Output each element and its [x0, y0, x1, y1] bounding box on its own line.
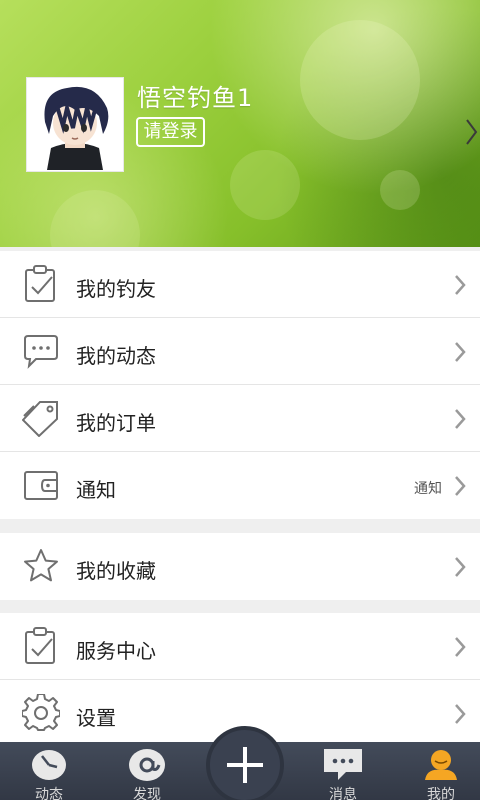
nav-item-feed[interactable]: 动态 — [22, 742, 76, 800]
chevron-right-icon — [455, 342, 466, 362]
chevron-right-icon — [455, 704, 466, 724]
menu-item-label: 我的收藏 — [76, 559, 156, 583]
nav-label: 动态 — [35, 787, 63, 800]
menu-item-label: 我的钓友 — [76, 277, 156, 301]
chevron-right-icon — [455, 476, 466, 496]
menu-item-favorites[interactable]: 我的收藏 — [0, 533, 480, 600]
menu-group-3: 服务中心 设置 — [0, 613, 480, 742]
at-icon — [129, 749, 165, 781]
chevron-right-icon — [455, 557, 466, 577]
menu-item-notifications[interactable]: 通知 通知 — [0, 452, 480, 519]
clock-icon — [32, 750, 66, 780]
menu-group-2: 我的收藏 — [0, 533, 480, 600]
add-button[interactable] — [206, 726, 284, 800]
message-icon — [324, 749, 362, 780]
menu-item-label: 我的动态 — [76, 344, 156, 368]
chevron-right-icon — [455, 275, 466, 295]
notification-value: 通知 — [414, 481, 442, 497]
menu-group-1: 我的钓友 我的动态 我的订单 通知 通知 — [0, 251, 480, 519]
avatar[interactable] — [26, 77, 124, 172]
chevron-right-icon — [455, 637, 466, 657]
menu-item-label: 我的订单 — [76, 411, 156, 435]
nav-label: 发现 — [133, 787, 161, 800]
chevron-right-icon[interactable] — [464, 118, 478, 146]
wallet-icon — [24, 471, 58, 500]
gear-icon — [22, 694, 60, 731]
menu-item-label: 设置 — [76, 706, 116, 730]
username: 悟空钓鱼1 — [137, 84, 254, 112]
nav-item-me[interactable]: 我的 — [414, 742, 468, 800]
menu-item-service-center[interactable]: 服务中心 — [0, 613, 480, 680]
chat-bubble-icon — [24, 335, 58, 369]
tag-icon — [22, 401, 58, 437]
person-icon — [425, 750, 457, 780]
star-icon — [24, 549, 58, 582]
menu-item-my-posts[interactable]: 我的动态 — [0, 318, 480, 385]
profile-header: 悟空钓鱼1 请登录 — [0, 0, 480, 247]
chevron-right-icon — [455, 409, 466, 429]
menu-item-my-orders[interactable]: 我的订单 — [0, 385, 480, 452]
clipboard-check-icon — [25, 265, 55, 302]
menu-item-fishing-friends[interactable]: 我的钓友 — [0, 251, 480, 318]
clipboard-check-icon — [25, 627, 55, 664]
nav-item-messages[interactable]: 消息 — [316, 742, 370, 800]
menu-item-label: 服务中心 — [76, 639, 156, 663]
nav-label: 我的 — [427, 787, 455, 800]
login-button[interactable]: 请登录 — [136, 117, 205, 147]
nav-item-discover[interactable]: 发现 — [120, 742, 174, 800]
menu-item-label: 通知 — [76, 478, 116, 502]
nav-label: 消息 — [329, 787, 357, 800]
